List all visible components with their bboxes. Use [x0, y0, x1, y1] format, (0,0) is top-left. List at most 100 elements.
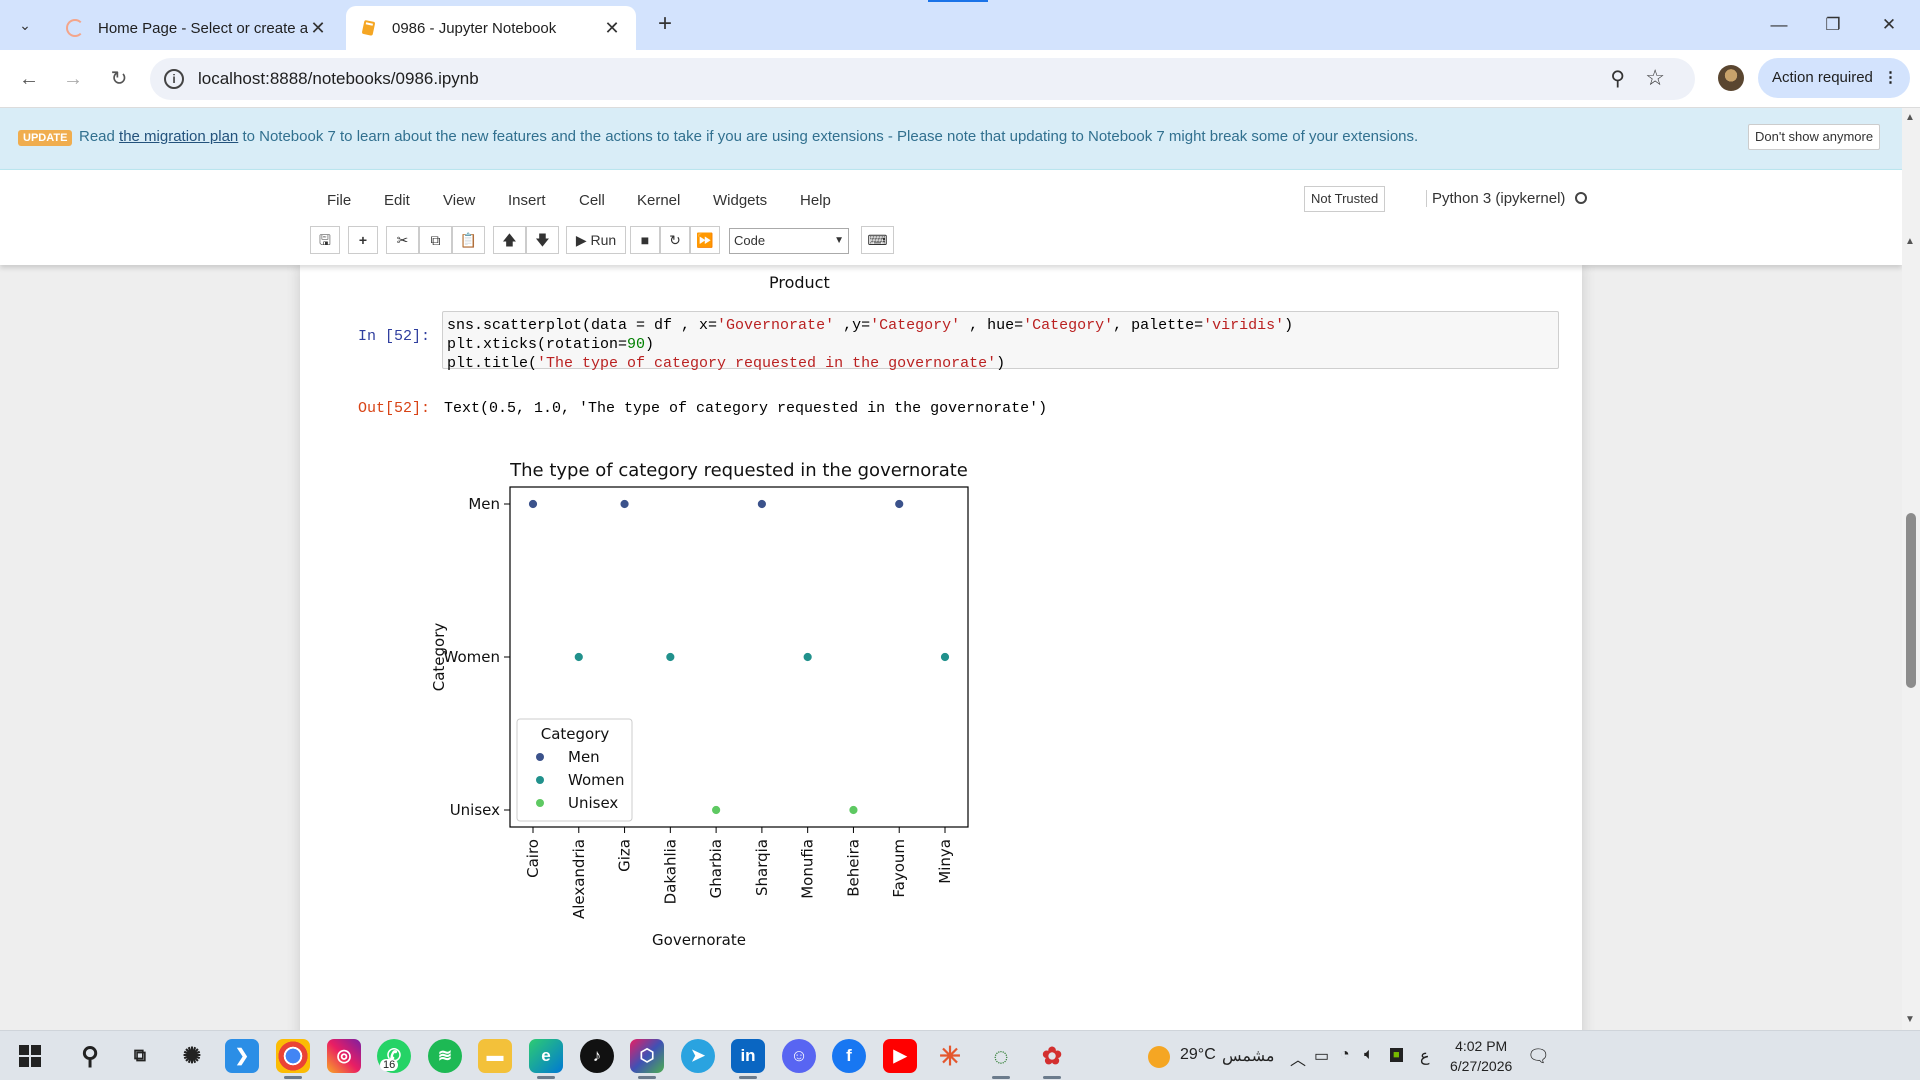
menu-widgets[interactable]: Widgets	[713, 192, 767, 209]
menu-help[interactable]: Help	[800, 192, 831, 209]
loading-spinner-icon	[66, 19, 84, 37]
tray-chevron-icon[interactable]: ︿	[1290, 1046, 1306, 1070]
volume-icon[interactable]: 🔈︎	[1364, 1046, 1374, 1064]
search-icon[interactable]: ⚲	[73, 1039, 107, 1073]
restart-kernel-button[interactable]: ↻	[660, 226, 690, 254]
chart-title: The type of category requested in the go…	[509, 460, 968, 481]
weather-temp[interactable]: 29°C	[1180, 1046, 1216, 1064]
scroll-up-arrow-icon[interactable]: ▲	[1905, 112, 1915, 123]
chrome-icon[interactable]	[276, 1039, 310, 1079]
data-point	[940, 652, 950, 662]
scrollbar-thumb[interactable]	[1906, 513, 1916, 688]
legend-label: Unisex	[568, 794, 618, 812]
spotify-icon[interactable]: ≋	[428, 1039, 462, 1073]
scroll-down-arrow-icon[interactable]: ▼	[1905, 1014, 1915, 1025]
migration-plan-link[interactable]: the migration plan	[119, 128, 238, 145]
notifications-icon[interactable]: 🗨︎	[1527, 1046, 1550, 1067]
file-explorer-icon[interactable]: ▬	[478, 1039, 512, 1073]
vscode-icon[interactable]: ❯	[225, 1039, 259, 1073]
tab-search-button[interactable]: ⌄	[10, 10, 40, 40]
data-point	[802, 652, 813, 662]
move-up-button[interactable]: 🡅	[493, 226, 526, 254]
data-point	[848, 805, 859, 815]
app-icon[interactable]: ✿	[1035, 1039, 1069, 1079]
clock-time: 4:02 PM	[1455, 1038, 1508, 1054]
trust-indicator[interactable]: Not Trusted	[1304, 186, 1386, 212]
data-point	[573, 652, 584, 662]
command-palette-button[interactable]: ⌨	[861, 226, 894, 254]
menu-view[interactable]: View	[443, 192, 475, 209]
stop-button[interactable]: ■	[630, 226, 660, 254]
menu-insert[interactable]: Insert	[508, 192, 546, 209]
insert-cell-button[interactable]: +	[348, 226, 378, 254]
x-tick-label: Sharqia	[753, 839, 771, 896]
legend-title: Category	[541, 725, 610, 743]
tab-title: Home Page - Select or create a	[98, 19, 308, 37]
browser-tab-home[interactable]: Home Page - Select or create a ✕	[52, 6, 342, 50]
save-button[interactable]: 🖫	[310, 226, 340, 254]
forward-arrow-icon[interactable]: →	[58, 64, 88, 94]
youtube-icon[interactable]: ▶	[883, 1039, 917, 1073]
dont-show-button[interactable]: Don't show anymore	[1748, 124, 1881, 150]
data-point	[711, 805, 722, 815]
y-tick-label: Unisex	[450, 801, 500, 819]
x-tick-label: Beheira	[844, 839, 862, 897]
jetbrains-icon[interactable]: ⬡	[630, 1039, 664, 1079]
restore-icon[interactable]: ❐	[1810, 10, 1856, 40]
wifi-icon[interactable]: ◔	[1340, 1046, 1350, 1064]
move-down-button[interactable]: 🡇	[526, 226, 559, 254]
cell-type-value: Code	[734, 233, 766, 248]
zoom-icon[interactable]: ⚲	[1610, 66, 1625, 91]
nvidia-icon[interactable]: ■	[1390, 1048, 1403, 1062]
battery-icon[interactable]: ▭	[1314, 1046, 1329, 1066]
kernel-indicator[interactable]: Python 3 (ipykernel)	[1426, 190, 1588, 207]
menu-kernel[interactable]: Kernel	[637, 192, 680, 209]
task-view-icon[interactable]: ⧉	[123, 1039, 157, 1073]
menu-cell[interactable]: Cell	[579, 192, 605, 209]
copy-button[interactable]: ⧉	[419, 226, 452, 254]
page-scrollbar[interactable]: ▲ ▲ ▼	[1902, 108, 1920, 1030]
linkedin-icon[interactable]: in	[731, 1039, 765, 1079]
profile-avatar[interactable]	[1718, 65, 1744, 91]
cut-button[interactable]: ✂	[386, 226, 419, 254]
new-tab-button[interactable]: +	[650, 10, 680, 40]
data-point	[665, 652, 676, 662]
close-window-icon[interactable]: ✕	[1866, 10, 1912, 40]
chevron-down-icon: ▼	[834, 235, 844, 246]
telegram-icon[interactable]: ➤	[681, 1039, 715, 1073]
language-indicator[interactable]: ع	[1420, 1046, 1430, 1066]
close-tab-icon[interactable]: ✕	[308, 18, 328, 39]
tiktok-icon[interactable]: ♪	[580, 1039, 614, 1073]
instagram-icon[interactable]: ◎	[327, 1039, 361, 1073]
code-cell-input[interactable]: sns.scatterplot(data = df , x='Governora…	[442, 311, 1559, 372]
action-required-button[interactable]: Action required ⋮	[1758, 58, 1910, 98]
chatgpt-icon[interactable]: ✺	[175, 1039, 209, 1073]
paste-button[interactable]: 📋	[452, 226, 485, 254]
bookmark-star-icon[interactable]: ☆	[1645, 65, 1665, 91]
browser-tab-notebook[interactable]: 0986 - Jupyter Notebook ✕	[346, 6, 636, 50]
clock[interactable]: 4:02 PM 6/27/2026	[1450, 1036, 1512, 1076]
url-text[interactable]: localhost:8888/notebooks/0986.ipynb	[198, 69, 479, 89]
restart-run-all-button[interactable]: ⏩	[690, 226, 720, 254]
discord-icon[interactable]: ☺	[782, 1039, 816, 1073]
back-arrow-icon[interactable]: ←	[14, 64, 44, 94]
weather-desc[interactable]: مشمس	[1222, 1046, 1275, 1066]
close-tab-icon[interactable]: ✕	[602, 18, 622, 39]
edge-icon[interactable]: e	[529, 1039, 563, 1079]
run-button[interactable]: ▶ Run	[566, 226, 626, 254]
refresh-app-icon[interactable]: ◌	[984, 1039, 1018, 1079]
scroll-up-arrow-icon[interactable]: ▲	[1905, 236, 1915, 247]
facebook-icon[interactable]: f	[832, 1039, 866, 1073]
minimize-icon[interactable]: —	[1756, 10, 1802, 40]
menu-edit[interactable]: Edit	[384, 192, 410, 209]
site-info-icon[interactable]: i	[164, 69, 184, 89]
cell-type-select[interactable]: Code ▼	[729, 228, 849, 254]
url-bar[interactable]: i localhost:8888/notebooks/0986.ipynb ⚲ …	[150, 58, 1695, 100]
reload-icon[interactable]: ↻	[104, 64, 134, 94]
kebab-menu-icon[interactable]: ⋮	[1883, 58, 1898, 98]
menu-file[interactable]: File	[327, 192, 351, 209]
data-point	[619, 499, 630, 509]
windows-start-icon[interactable]	[13, 1039, 47, 1073]
claude-icon[interactable]: ✳	[933, 1039, 967, 1073]
jupyter-notebook-icon	[360, 19, 378, 37]
